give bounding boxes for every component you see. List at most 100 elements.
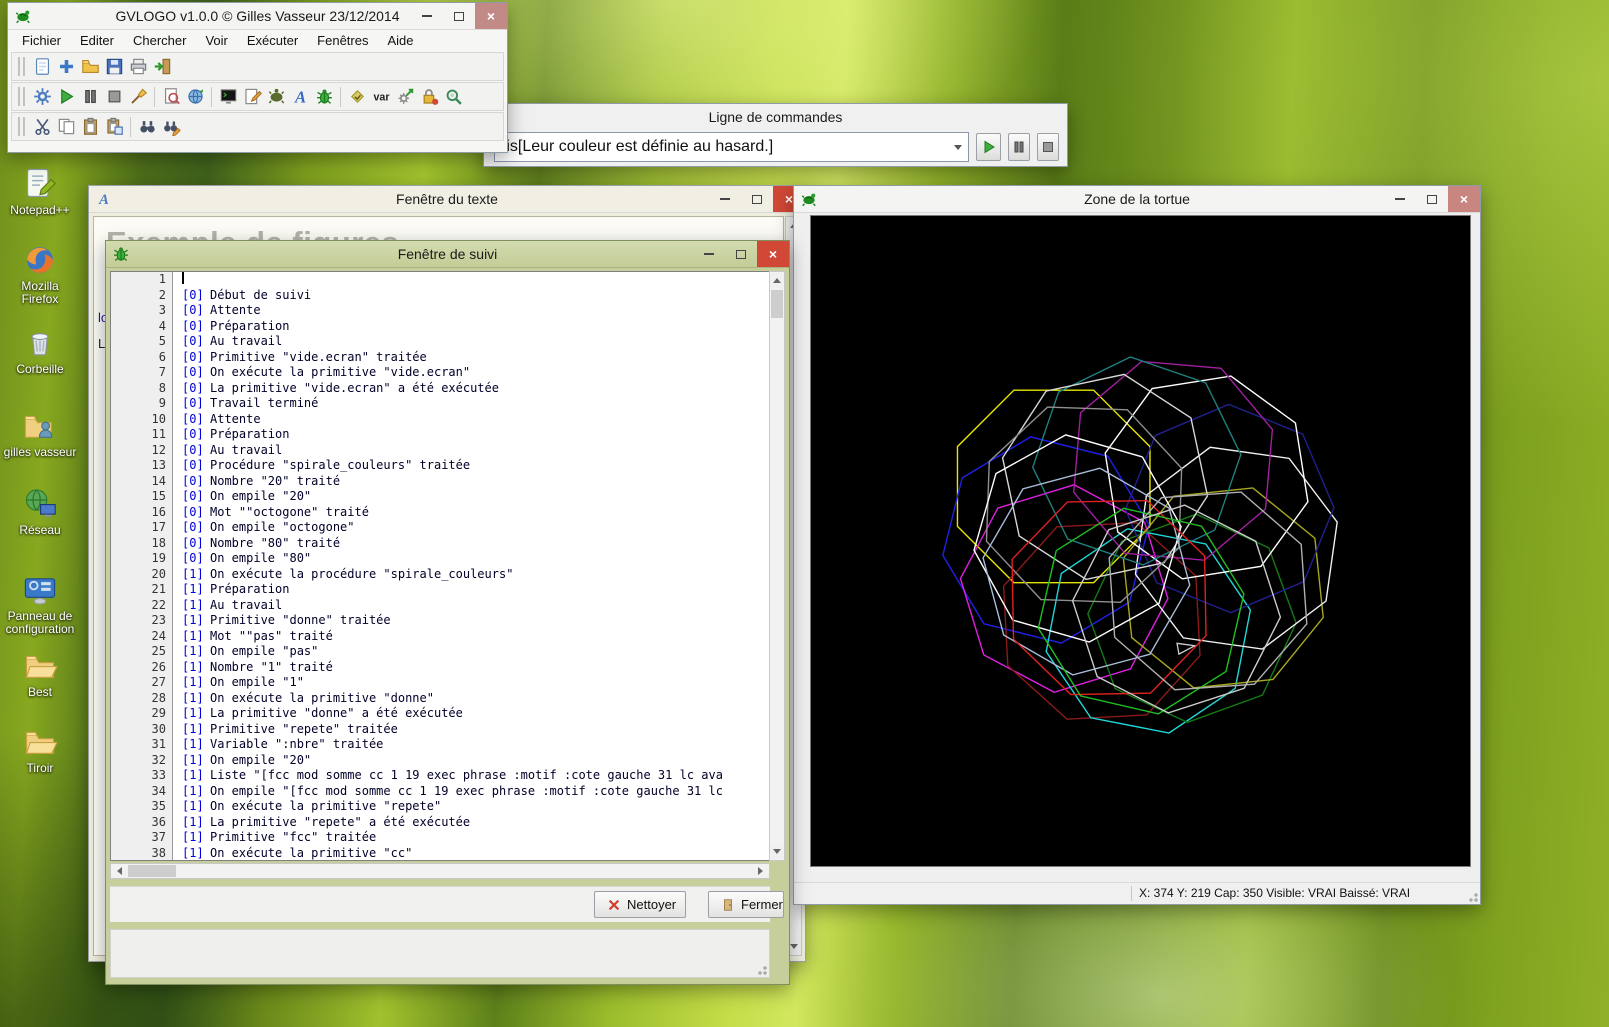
- desktop-icon-label: Notepad++: [2, 204, 78, 217]
- diamond-icon[interactable]: [345, 85, 369, 109]
- octagon-path: [1109, 492, 1307, 690]
- trace-line: 24[1]Mot ""pas" traité: [111, 629, 769, 645]
- turtle-window-titlebar[interactable]: Zone de la tortue ×: [794, 186, 1480, 213]
- pause-icon[interactable]: [78, 85, 102, 109]
- desktop-icon-panneau-de-configuration[interactable]: Panneau de configuration: [2, 572, 78, 636]
- stop-command-button[interactable]: [1037, 133, 1059, 161]
- menu-editer[interactable]: Editer: [80, 33, 114, 48]
- maximize-button[interactable]: [443, 3, 475, 29]
- desktop-icon-r-seau[interactable]: Réseau: [2, 486, 78, 537]
- maximize-button[interactable]: [741, 186, 773, 212]
- print-icon[interactable]: [126, 55, 150, 79]
- resize-grip[interactable]: [755, 963, 767, 975]
- bug-icon[interactable]: [312, 85, 336, 109]
- trace-line: 38[1]On exécute la primitive "cc": [111, 846, 769, 862]
- folder-open-icon[interactable]: [78, 55, 102, 79]
- font-a-icon[interactable]: A: [288, 85, 312, 109]
- desktop-icon-tiroir[interactable]: Tiroir: [2, 724, 78, 775]
- trace-line: 36[1]La primitive "repete" a été exécuté…: [111, 815, 769, 831]
- svg-text:A: A: [98, 192, 109, 208]
- toolbar-drag-handle[interactable]: [18, 87, 25, 106]
- octagon-path: [1105, 376, 1308, 579]
- scroll-down-arrow-icon[interactable]: [771, 844, 783, 859]
- trace-line: 29[1]La primitive "donne" a été exécutée: [111, 706, 769, 722]
- main-window-titlebar[interactable]: GVLOGO v1.0.0 © Gilles Vasseur 23/12/201…: [8, 3, 507, 30]
- maximize-button[interactable]: [725, 241, 757, 267]
- pause-command-button[interactable]: [1008, 133, 1030, 161]
- desktop-icon-corbeille[interactable]: Corbeille: [2, 325, 78, 376]
- chevron-down-icon[interactable]: [954, 145, 962, 150]
- maximize-button[interactable]: [1416, 186, 1448, 212]
- trace-line: 15[0]On empile "20": [111, 489, 769, 505]
- doc-edit-icon[interactable]: [240, 85, 264, 109]
- doc-preview-icon[interactable]: [159, 85, 183, 109]
- close-button[interactable]: ×: [1448, 186, 1480, 212]
- minimize-button[interactable]: [709, 186, 741, 212]
- broom-icon[interactable]: [126, 85, 150, 109]
- svg-text:A: A: [293, 87, 305, 106]
- command-input[interactable]: ris[Leur couleur est définie au hasard.]: [494, 132, 969, 162]
- desktop-icon-label: Corbeille: [2, 363, 78, 376]
- scroll-left-arrow-icon[interactable]: [112, 865, 127, 877]
- toolbar-drag-handle[interactable]: [18, 117, 25, 136]
- trace-line: 35[1]On exécute la primitive "repete": [111, 799, 769, 815]
- menu-aide[interactable]: Aide: [387, 33, 413, 48]
- minimize-button[interactable]: [1384, 186, 1416, 212]
- globe-icon[interactable]: [183, 85, 207, 109]
- desktop-icon-best[interactable]: Best: [2, 648, 78, 699]
- scrollbar-thumb[interactable]: [128, 865, 176, 877]
- trace-log-list[interactable]: 12[0]Début de suivi3[0]Attente4[0]Prépar…: [110, 271, 770, 861]
- resize-grip[interactable]: [1466, 890, 1478, 902]
- console-icon[interactable]: [216, 85, 240, 109]
- cut-icon[interactable]: [30, 115, 54, 139]
- var-label-icon[interactable]: var: [369, 85, 393, 109]
- paste-icon[interactable]: [78, 115, 102, 139]
- doc-new-icon[interactable]: [30, 55, 54, 79]
- trace-line: 31[1]Variable ":nbre" traitée: [111, 737, 769, 753]
- text-window-titlebar[interactable]: A Fenêtre du texte ×: [89, 186, 805, 213]
- binoculars-edit-icon[interactable]: [159, 115, 183, 139]
- search-gear-icon[interactable]: [441, 85, 465, 109]
- menu-executer[interactable]: Exécuter: [247, 33, 298, 48]
- close-trace-button[interactable]: Fermer: [708, 891, 784, 918]
- desktop-icon-notepad-[interactable]: Notepad++: [2, 166, 78, 217]
- trace-window-titlebar[interactable]: Fenêtre de suivi ×: [106, 241, 789, 268]
- scrollbar-thumb[interactable]: [771, 290, 783, 318]
- close-button[interactable]: ×: [757, 241, 789, 267]
- gear-export-icon[interactable]: [393, 85, 417, 109]
- minimize-button[interactable]: [693, 241, 725, 267]
- copy-icon[interactable]: [54, 115, 78, 139]
- turtle-small-icon[interactable]: [264, 85, 288, 109]
- run-command-button[interactable]: [976, 133, 1002, 161]
- desktop-icon-mozilla-firefox[interactable]: Mozilla Firefox: [2, 242, 78, 306]
- add-icon[interactable]: [54, 55, 78, 79]
- turtle-graphics-canvas[interactable]: [810, 215, 1471, 867]
- desktop-icon-label: Panneau de configuration: [2, 610, 78, 636]
- scroll-up-arrow-icon[interactable]: [771, 273, 783, 288]
- close-button[interactable]: ×: [475, 3, 507, 29]
- gear-icon[interactable]: [30, 85, 54, 109]
- exit-door-icon[interactable]: [150, 55, 174, 79]
- trace-line: 17[0]On empile "octogone": [111, 520, 769, 536]
- lock-icon[interactable]: [417, 85, 441, 109]
- paste-special-icon[interactable]: [102, 115, 126, 139]
- save-icon[interactable]: [102, 55, 126, 79]
- menu-voir[interactable]: Voir: [205, 33, 227, 48]
- desktop-icon-gilles-vasseur[interactable]: gilles vasseur: [2, 408, 78, 459]
- play-icon[interactable]: [54, 85, 78, 109]
- binoculars-icon[interactable]: [135, 115, 159, 139]
- turtle-coordinates-status: X: 374 Y: 219 Cap: 350 Visible: VRAI Bai…: [1139, 886, 1410, 900]
- clear-button[interactable]: Nettoyer: [594, 891, 686, 918]
- scroll-right-arrow-icon[interactable]: [753, 865, 768, 877]
- menu-chercher[interactable]: Chercher: [133, 33, 186, 48]
- stop-icon[interactable]: [102, 85, 126, 109]
- trace-vertical-scrollbar[interactable]: [769, 271, 785, 861]
- minimize-button[interactable]: [411, 3, 443, 29]
- menu-fichier[interactable]: Fichier: [22, 33, 61, 48]
- svg-text:var: var: [373, 92, 389, 104]
- toolbar-drag-handle[interactable]: [18, 57, 25, 76]
- menu-fenetres[interactable]: Fenêtres: [317, 33, 368, 48]
- trace-horizontal-scrollbar[interactable]: [110, 863, 770, 879]
- trace-window-title: Fenêtre de suivi: [106, 246, 789, 262]
- notepadpp-icon: [2, 166, 78, 202]
